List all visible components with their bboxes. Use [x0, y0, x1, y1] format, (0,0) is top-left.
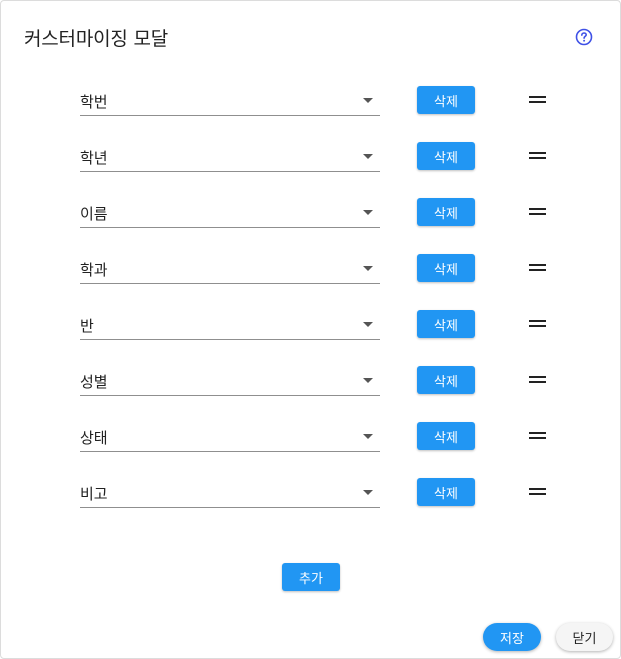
dropdown-arrow-icon [363, 210, 373, 215]
field-row: 학번 삭제 [1, 86, 620, 142]
drag-handle-icon[interactable] [529, 96, 546, 104]
delete-button[interactable]: 삭제 [417, 254, 475, 282]
field-row: 이름 삭제 [1, 198, 620, 254]
delete-button[interactable]: 삭제 [417, 366, 475, 394]
field-select-value: 이름 [80, 205, 108, 223]
dropdown-arrow-icon [363, 266, 373, 271]
field-select-value: 학과 [80, 261, 108, 279]
field-select[interactable]: 성별 [80, 366, 380, 396]
drag-handle-icon[interactable] [529, 488, 546, 496]
delete-button[interactable]: 삭제 [417, 478, 475, 506]
field-select[interactable]: 이름 [80, 198, 380, 228]
dropdown-arrow-icon [363, 434, 373, 439]
field-row: 비고 삭제 [1, 478, 620, 534]
drag-handle-icon[interactable] [529, 320, 546, 328]
delete-button[interactable]: 삭제 [417, 198, 475, 226]
delete-button[interactable]: 삭제 [417, 422, 475, 450]
field-rows: 학번 삭제 학년 삭제 이름 삭제 학과 삭제 반 삭제 성별 삭제 상태 삭제… [1, 86, 620, 534]
field-select-value: 학번 [80, 93, 108, 111]
field-select-value: 학년 [80, 149, 108, 167]
dropdown-arrow-icon [363, 154, 373, 159]
drag-handle-icon[interactable] [529, 376, 546, 384]
field-row: 상태 삭제 [1, 422, 620, 478]
help-icon[interactable] [575, 28, 593, 46]
save-button[interactable]: 저장 [483, 623, 541, 651]
dropdown-arrow-icon [363, 378, 373, 383]
delete-button[interactable]: 삭제 [417, 86, 475, 114]
field-select-value: 반 [80, 317, 94, 335]
field-select[interactable]: 반 [80, 310, 380, 340]
close-button[interactable]: 닫기 [556, 623, 613, 651]
dropdown-arrow-icon [363, 322, 373, 327]
field-select-value: 성별 [80, 373, 108, 391]
add-button[interactable]: 추가 [282, 563, 340, 591]
drag-handle-icon[interactable] [529, 208, 546, 216]
customizing-modal: 커스터마이징 모달 학번 삭제 학년 삭제 이름 삭제 학과 삭제 반 삭제 성… [0, 0, 621, 659]
field-row: 성별 삭제 [1, 366, 620, 422]
field-select[interactable]: 학번 [80, 86, 380, 116]
dropdown-arrow-icon [363, 490, 373, 495]
field-select[interactable]: 학과 [80, 254, 380, 284]
field-select[interactable]: 비고 [80, 478, 380, 508]
modal-title: 커스터마이징 모달 [24, 28, 169, 50]
dropdown-arrow-icon [363, 98, 373, 103]
field-select[interactable]: 상태 [80, 422, 380, 452]
delete-button[interactable]: 삭제 [417, 142, 475, 170]
field-select[interactable]: 학년 [80, 142, 380, 172]
drag-handle-icon[interactable] [529, 432, 546, 440]
delete-button[interactable]: 삭제 [417, 310, 475, 338]
field-row: 학과 삭제 [1, 254, 620, 310]
field-select-value: 상태 [80, 429, 108, 447]
field-row: 반 삭제 [1, 310, 620, 366]
field-select-value: 비고 [80, 485, 108, 503]
drag-handle-icon[interactable] [529, 152, 546, 160]
drag-handle-icon[interactable] [529, 264, 546, 272]
field-row: 학년 삭제 [1, 142, 620, 198]
